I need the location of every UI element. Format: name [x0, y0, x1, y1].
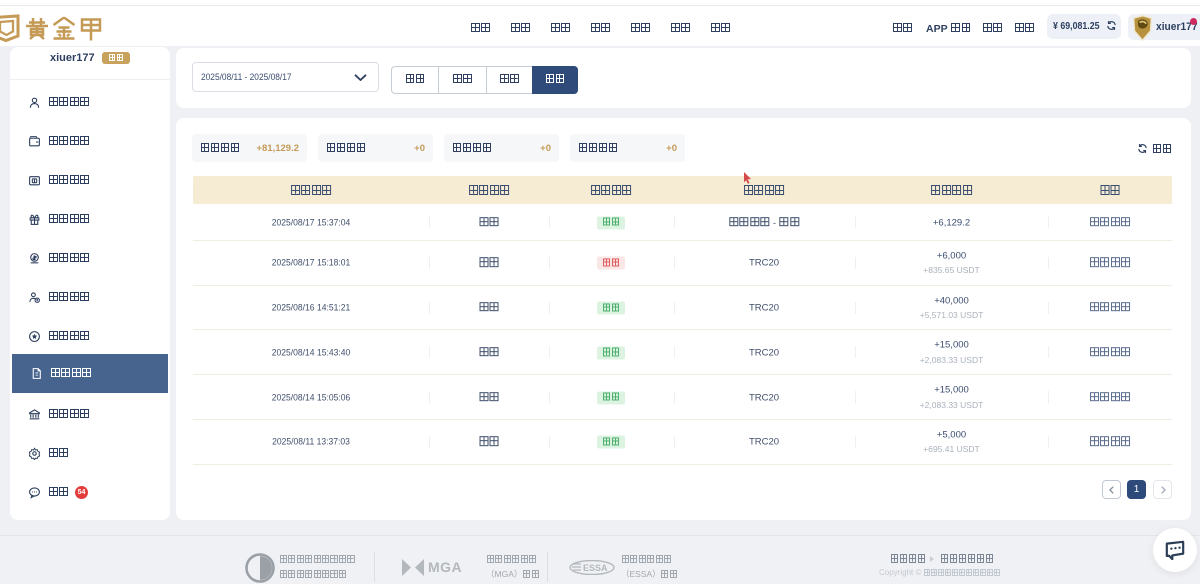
svg-text:ESSA: ESSA — [583, 563, 608, 573]
